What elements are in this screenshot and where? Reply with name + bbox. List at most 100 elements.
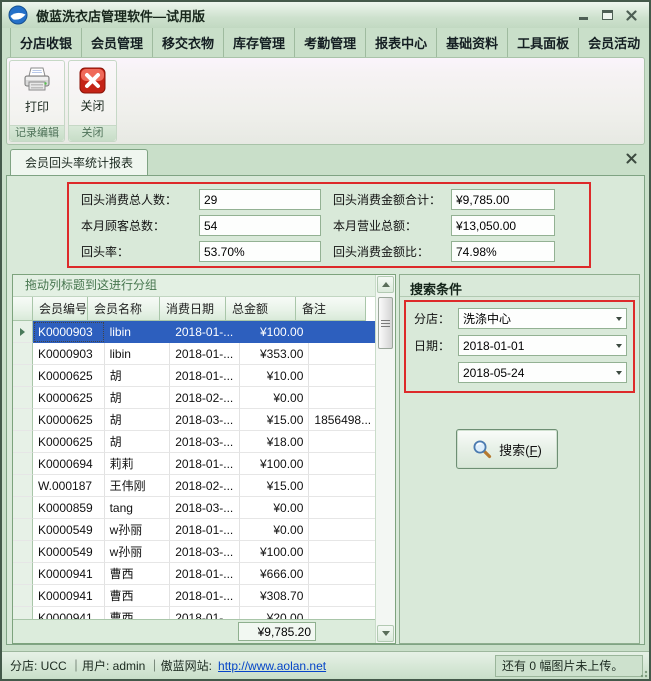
column-header[interactable]: 消费日期 <box>160 297 226 321</box>
ribbon-tab-label: 工具面板 <box>517 33 569 52</box>
cell-note <box>309 519 375 541</box>
ribbon-tab[interactable]: 会员管理 <box>82 28 153 57</box>
cell-member-id: K0000903 <box>33 343 105 365</box>
date-to-value: 2018-05-24 <box>463 366 612 380</box>
column-header[interactable]: 备注 <box>296 297 366 321</box>
search-icon <box>472 439 492 459</box>
close-window-button[interactable] <box>623 8 639 22</box>
table-row[interactable]: K0000941 曹西 2018-01-... ¥666.00 <box>13 563 375 585</box>
cell-date: 2018-01-... <box>170 563 240 585</box>
cell-note: 1856498... <box>309 409 375 431</box>
table-row[interactable]: K0000625 胡 2018-02-... ¥0.00 <box>13 387 375 409</box>
indicator-header-cell <box>13 297 33 321</box>
cell-member-id: K0000941 <box>33 607 105 619</box>
scroll-down-button[interactable] <box>377 625 394 642</box>
table-row[interactable]: K0000903 libin 2018-01-... ¥100.00 <box>13 321 375 343</box>
row-indicator-cell <box>13 387 33 409</box>
close-report-button[interactable]: 关闭 <box>73 63 112 116</box>
search-panel-title: 搜索条件 <box>400 275 639 297</box>
cell-member-id: K0000625 <box>33 431 105 453</box>
stat-value-box[interactable]: 53.70% <box>199 241 321 262</box>
table-row[interactable]: W.000187 王伟刚 2018-02-... ¥15.00 <box>13 475 375 497</box>
table-body[interactable]: K0000903 libin 2018-01-... ¥100.00 K0000… <box>13 321 375 619</box>
table-row[interactable]: K0000625 胡 2018-03-... ¥15.00 1856498... <box>13 409 375 431</box>
stat-value-box[interactable]: 74.98% <box>451 241 555 262</box>
cell-amount: ¥0.00 <box>240 387 310 409</box>
cell-member-name: 曹西 <box>105 563 171 585</box>
upload-status-text: 还有 0 幅图片未上传。 <box>502 657 623 674</box>
ribbon-tab[interactable]: 考勤管理 <box>295 28 366 57</box>
row-indicator-cell <box>13 497 33 519</box>
date-to-select[interactable]: 2018-05-24 <box>458 362 627 383</box>
ribbon-tab-label: 会员活动 <box>588 33 640 52</box>
stat-field: 回头消费金额合计： ¥9,785.00 <box>333 189 581 210</box>
ribbon-tab[interactable]: 基础资料 <box>437 28 508 57</box>
cell-member-name: 王伟刚 <box>105 475 171 497</box>
close-tab-button[interactable] <box>626 151 637 169</box>
cell-member-id: K0000903 <box>33 321 105 343</box>
scrollbar-thumb[interactable] <box>378 297 393 349</box>
stat-label: 回头消费金额比： <box>333 243 451 260</box>
cell-member-id: K0000625 <box>33 365 105 387</box>
cell-date: 2018-03-... <box>170 497 240 519</box>
cell-member-id: K0000549 <box>33 541 105 563</box>
print-button[interactable]: 打印 <box>16 63 58 117</box>
column-header[interactable]: 会员编号 <box>33 297 88 321</box>
cell-note <box>309 585 375 607</box>
table-row[interactable]: K0000859 tang 2018-03-... ¥0.00 <box>13 497 375 519</box>
website-link[interactable]: http://www.aolan.net <box>218 659 326 673</box>
vertical-scrollbar[interactable] <box>375 275 395 643</box>
ribbon-tab[interactable]: 报表中心 <box>366 28 437 57</box>
ribbon-tab-bar: 分店收银 会员管理 移交衣物 库存管理 考勤管理 报表中心 基础资料 工具面板 … <box>2 28 649 57</box>
table-row[interactable]: K0000903 libin 2018-01-... ¥353.00 <box>13 343 375 365</box>
column-header[interactable]: 总金额 <box>226 297 296 321</box>
ribbon-tab[interactable]: 库存管理 <box>224 28 295 57</box>
stat-value-box[interactable]: 54 <box>199 215 321 236</box>
stat-label: 本月营业总额： <box>333 217 451 234</box>
cell-date: 2018-03-... <box>170 409 240 431</box>
stat-value-box[interactable]: 29 <box>199 189 321 210</box>
page-title: 傲蓝洗衣店管理软件—试用版 <box>36 6 205 25</box>
table-row[interactable]: K0000941 曹西 2018-01-... ¥308.70 <box>13 585 375 607</box>
ribbon-tab[interactable]: 会员活动 <box>579 28 650 57</box>
table-row[interactable]: K0000941 曹西 2018-01- ¥20.00 <box>13 607 375 619</box>
table-row[interactable]: K0000625 胡 2018-03-... ¥18.00 <box>13 431 375 453</box>
ribbon-tab[interactable]: 移交衣物 <box>153 28 224 57</box>
branch-select[interactable]: 洗涤中心 <box>458 308 627 329</box>
ribbon-tab-label: 报表中心 <box>375 33 427 52</box>
stat-value-box[interactable]: ¥9,785.00 <box>451 189 555 210</box>
group-by-hint: 拖动列标题到这进行分组 <box>13 275 375 297</box>
stat-value-box[interactable]: ¥13,050.00 <box>451 215 555 236</box>
maximize-button[interactable] <box>599 8 615 22</box>
row-indicator-cell <box>13 343 33 365</box>
branch-select-value: 洗涤中心 <box>463 310 612 327</box>
stat-label: 回头消费总人数： <box>81 191 199 208</box>
date-from-select[interactable]: 2018-01-01 <box>458 335 627 356</box>
tab-member-return-report[interactable]: 会员回头率统计报表 <box>10 149 148 175</box>
table-row[interactable]: K0000549 w孙丽 2018-03-... ¥100.00 <box>13 541 375 563</box>
cell-amount: ¥15.00 <box>240 409 310 431</box>
table-row[interactable]: K0000549 w孙丽 2018-01-... ¥0.00 <box>13 519 375 541</box>
cell-amount: ¥100.00 <box>240 541 310 563</box>
ribbon-tab[interactable]: 分店收银 <box>10 28 82 57</box>
cell-amount: ¥308.70 <box>240 585 310 607</box>
table-row[interactable]: K0000694 莉莉 2018-01-... ¥100.00 <box>13 453 375 475</box>
cell-member-name: tang <box>105 497 171 519</box>
cell-amount: ¥0.00 <box>240 497 310 519</box>
search-button[interactable]: 搜索(F) <box>456 429 558 469</box>
search-conditions-panel: 搜索条件 分店： 洗涤中心 日期： 2018-01-01 <box>399 274 640 644</box>
resize-grip[interactable] <box>638 668 648 678</box>
minimize-button[interactable] <box>575 8 591 22</box>
cell-member-name: 胡 <box>105 387 171 409</box>
arrow-up-icon <box>382 282 390 287</box>
cell-note <box>309 387 375 409</box>
column-header[interactable]: 会员名称 <box>88 297 160 321</box>
cell-member-name: 胡 <box>105 409 171 431</box>
scroll-up-button[interactable] <box>377 276 394 293</box>
table-row[interactable]: K0000625 胡 2018-01-... ¥10.00 <box>13 365 375 387</box>
close-report-button-label: 关闭 <box>80 97 104 114</box>
ribbon-tab-label: 基础资料 <box>446 33 498 52</box>
ribbon-tab[interactable]: 工具面板 <box>508 28 579 57</box>
date-label: 日期： <box>414 337 458 354</box>
consumption-table-panel: 拖动列标题到这进行分组 会员编号 会员名称 消费日期 总金额 备注 K00009… <box>12 274 396 644</box>
